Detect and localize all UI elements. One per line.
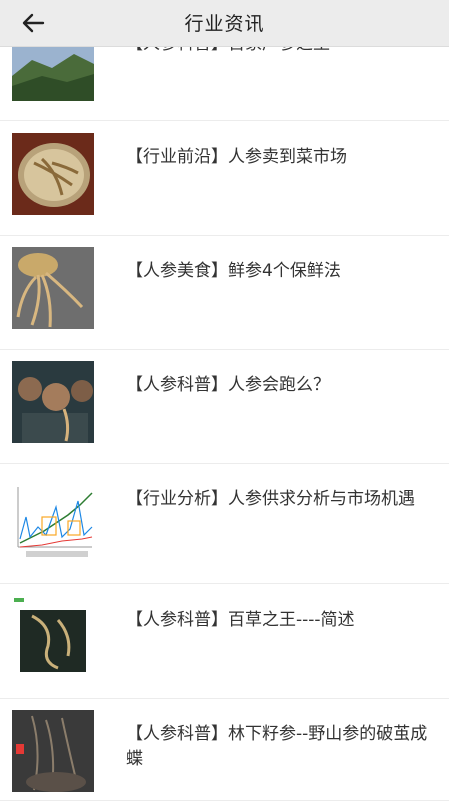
list-item[interactable]: 【人参科普】人参会跑么？ — [0, 349, 449, 464]
article-title: 【行业前沿】人参卖到菜市场 — [126, 147, 347, 167]
article-thumbnail — [12, 477, 94, 569]
article-thumbnail — [12, 247, 94, 329]
article-title: 【人参科普】人参会跑么？ — [126, 375, 330, 395]
article-title: 【人参美食】鲜参4个保鲜法 — [126, 261, 341, 281]
article-title: 【人参科普】林下籽参--野山参的破茧成蝶 — [126, 724, 428, 769]
article-title: 【人参科普】百草之王----简述 — [126, 610, 355, 630]
article-thumbnail — [12, 133, 94, 215]
header: 行业资讯 — [0, 0, 449, 47]
list-item[interactable]: 【人参美食】鲜参4个保鲜法 — [0, 235, 449, 350]
article-thumbnail — [12, 710, 94, 792]
list-item[interactable]: 【人参科普】林下籽参--野山参的破茧成蝶 — [0, 698, 449, 801]
article-thumbnail — [12, 596, 94, 678]
list-item[interactable]: 【行业分析】人参供求分析与市场机遇 — [0, 463, 449, 584]
article-thumbnail — [12, 46, 94, 101]
page-title: 行业资讯 — [184, 13, 265, 35]
article-title: 【行业分析】人参供求分析与市场机遇 — [126, 489, 415, 509]
article-thumbnail — [12, 361, 94, 443]
list-item[interactable]: 【人参科普】百草之王----简述 — [0, 584, 449, 699]
list-item[interactable]: 【行业前沿】人参卖到菜市场 — [0, 121, 449, 236]
article-list: 【人参科普】百家产参之王 【行业前沿】人参卖到菜市场 【人参美食】鲜参4个保鲜法 — [0, 0, 449, 801]
